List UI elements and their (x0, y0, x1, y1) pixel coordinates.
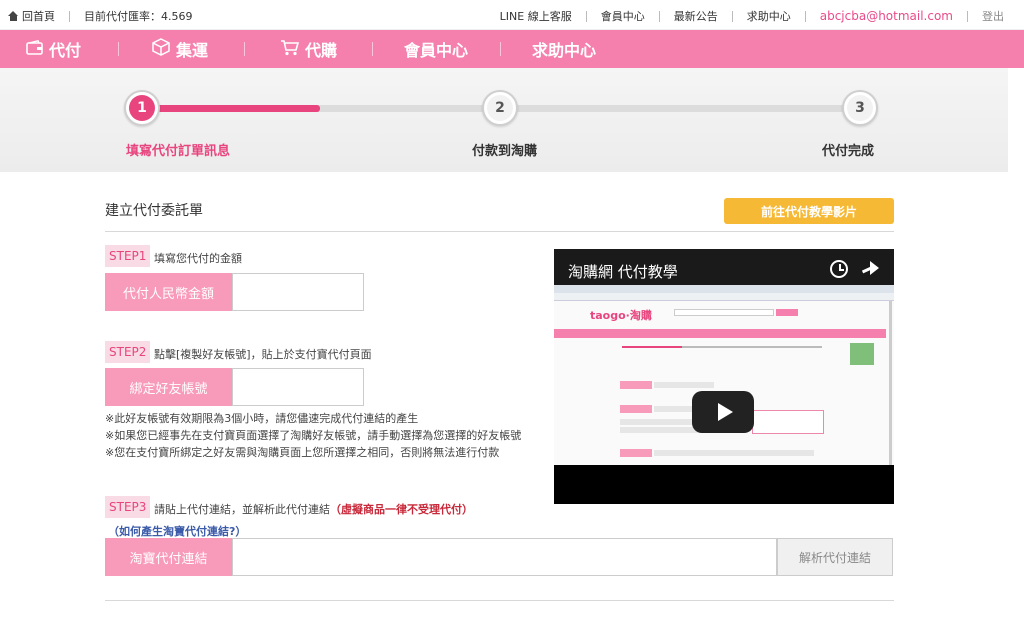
nav-label: 求助中心 (532, 41, 597, 60)
news-link[interactable]: 最新公告 (674, 8, 718, 24)
nav-divider (118, 42, 119, 56)
taobao-link-input[interactable] (232, 538, 777, 576)
divider (105, 231, 894, 232)
main-nav: 代付 集運 代購 會員中心 求助中心 (0, 30, 1024, 68)
step3-description: 請貼上代付連結，並解析此代付連結（虛擬商品一律不受理代付） (154, 501, 473, 517)
divider (967, 10, 968, 22)
video-title: 淘購網 代付教學 (568, 263, 678, 281)
nav-divider (244, 42, 245, 56)
progress-fill (140, 105, 320, 112)
divider (731, 10, 733, 22)
progress-step-2-label: 付款到淘購 (472, 144, 538, 159)
nav-item-jiyun[interactable]: 集運 (152, 30, 208, 68)
parse-link-button[interactable]: 解析代付連結 (777, 538, 893, 576)
thumb-popup (752, 410, 824, 434)
step2-description: 點擊[複製好友帳號]，貼上於支付寶代付頁面 (154, 348, 372, 361)
note-line: ※此好友帳號有效期限為3個小時，請您儘速完成代付連結的產生 (105, 412, 419, 425)
thumb-line (654, 382, 714, 388)
wallet-icon (26, 39, 43, 59)
friend-account-field-label: 綁定好友帳號 (105, 368, 232, 406)
thumb-line (654, 406, 694, 412)
tutorial-video[interactable]: 淘購網 代付教學 taogo·淘購 (554, 249, 894, 504)
nav-item-help-center[interactable]: 求助中心 (532, 30, 596, 68)
nav-label: 代付 (49, 41, 82, 60)
divider (69, 10, 70, 22)
member-center-link[interactable]: 會員中心 (601, 8, 645, 24)
help-center-link[interactable]: 求助中心 (747, 8, 791, 24)
home-icon (8, 11, 19, 21)
nav-divider (372, 42, 373, 56)
progress-step-2: 2 (482, 90, 518, 126)
thumb-search (674, 309, 774, 316)
amount-field-label: 代付人民幣金額 (105, 273, 232, 311)
nav-divider (500, 42, 501, 56)
top-bar-right: LINE 線上客服 會員中心 最新公告 求助中心 abcjcba@hotmail… (500, 8, 1004, 24)
box-icon (152, 38, 170, 60)
step3-tag: STEP3 (105, 496, 151, 518)
video-thumbnail: taogo·淘購 (554, 285, 894, 465)
step1-tag: STEP1 (105, 245, 151, 267)
note-line: ※如果您已經事先在支付寶頁面選擇了淘購好友帳號，請手動選擇為您選擇的好友帳號 (105, 429, 522, 442)
top-bar: 回首頁 目前代付匯率：4.569 LINE 線上客服 會員中心 最新公告 求助中… (0, 0, 1024, 30)
thumb-line (654, 450, 814, 456)
line-support-link[interactable]: LINE 線上客服 (500, 8, 572, 24)
home-label: 回首頁 (22, 10, 55, 23)
friend-account-input[interactable] (232, 368, 364, 406)
how-to-link[interactable]: （如何產生淘寶代付連結?） (108, 523, 246, 539)
video-controls-area (554, 465, 894, 504)
progress-step-1-label: 填寫代付訂單訊息 (126, 144, 231, 159)
tutorial-video-button[interactable]: 前往代付教學影片 (724, 198, 894, 224)
cart-icon (280, 39, 300, 60)
nav-label: 集運 (176, 41, 209, 60)
thumb-search-button (776, 309, 798, 316)
progress-step-3-label: 代付完成 (822, 144, 875, 159)
watch-later-icon[interactable] (830, 260, 848, 278)
exchange-rate: 目前代付匯率：4.569 (84, 10, 193, 23)
thumb-field (620, 381, 652, 389)
nav-item-daigou[interactable]: 代購 (280, 30, 337, 68)
step-number: 1 (129, 95, 155, 121)
play-icon[interactable] (692, 391, 754, 433)
taobao-link-field-label: 淘寶代付連結 (105, 538, 232, 576)
thumb-scrollbar (889, 301, 892, 465)
virtual-goods-warning: （虛擬商品一律不受理代付） (330, 503, 473, 516)
thumb-sidebar-widget (850, 343, 874, 365)
divider (585, 10, 587, 22)
thumb-logo: taogo·淘購 (590, 309, 652, 322)
step3-desc-text: 請貼上代付連結，並解析此代付連結 (154, 503, 330, 516)
step-number: 3 (847, 95, 873, 121)
order-progress: 1 2 3 填寫代付訂單訊息 付款到淘購 代付完成 (0, 68, 1008, 172)
progress-step-1: 1 (124, 90, 160, 126)
nav-label: 代購 (305, 41, 338, 60)
user-email[interactable]: abcjcba@hotmail.com (820, 9, 953, 23)
thumb-nav (554, 329, 886, 338)
thumb-address-bar (554, 293, 894, 301)
nav-item-member-center[interactable]: 會員中心 (404, 30, 468, 68)
thumb-field (620, 405, 652, 413)
logout-link[interactable]: 登出 (982, 8, 1004, 24)
thumb-field (620, 449, 652, 457)
note-line: ※您在支付寶所綁定之好友需與淘購頁面上您所選擇之相同，否則將無法進行付款 (105, 446, 500, 459)
share-icon[interactable] (860, 260, 880, 278)
divider (804, 10, 806, 22)
step1-description: 填寫您代付的金額 (154, 252, 242, 265)
divider (105, 600, 894, 601)
nav-item-daifu[interactable]: 代付 (26, 30, 81, 68)
thumb-progress-fill (622, 346, 682, 348)
amount-input[interactable] (232, 273, 364, 311)
step-number: 2 (487, 95, 513, 121)
home-link[interactable]: 回首頁 (8, 8, 55, 24)
step2-tag: STEP2 (105, 341, 151, 363)
progress-step-3: 3 (842, 90, 878, 126)
nav-label: 會員中心 (404, 41, 469, 60)
top-bar-left: 回首頁 目前代付匯率：4.569 (8, 8, 193, 24)
divider (658, 10, 660, 22)
video-actions (830, 260, 880, 278)
page-title: 建立代付委託單 (105, 203, 203, 219)
thumb-browser-tabs (554, 285, 894, 293)
